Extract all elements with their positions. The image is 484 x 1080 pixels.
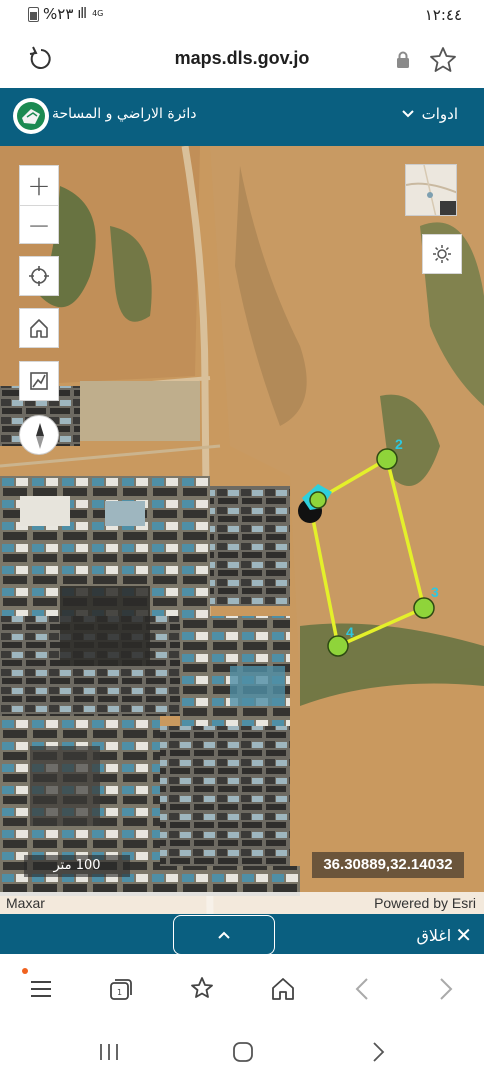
home-icon[interactable] — [268, 974, 298, 1004]
browser-toolbar: 1 — [0, 954, 484, 1026]
tools-menu[interactable]: ادوات — [401, 105, 458, 123]
zoom-in-button[interactable]: + — [20, 166, 58, 205]
home-icon — [30, 319, 48, 338]
close-panel-button[interactable]: ✕ اغلاق — [416, 923, 472, 947]
app-header: دائرة الاراضي و المساحة ادوات — [0, 88, 484, 146]
basemap-brightness-button[interactable] — [422, 234, 462, 274]
close-icon: ✕ — [455, 923, 472, 947]
battery-level: %٢٣ — [43, 5, 74, 23]
clock: ١٢:٤٤ — [424, 6, 462, 24]
vertex-label-4: 4 — [346, 624, 354, 640]
url-text[interactable]: maps.dls.gov.jo — [0, 48, 484, 69]
app-title: دائرة الاراضي و المساحة — [52, 106, 197, 122]
overview-map-thumbnail — [406, 165, 456, 215]
bottom-panel-bar: ✕ اغلاق — [0, 914, 484, 955]
attribution-esri[interactable]: Powered by Esri — [374, 895, 476, 911]
measure-button[interactable] — [19, 361, 59, 401]
compass-button[interactable] — [19, 415, 59, 455]
zoom-out-button[interactable]: − — [20, 205, 58, 244]
coordinates-readout: 36.30889,32.14032 — [312, 852, 464, 878]
attribution-source: Maxar — [6, 895, 45, 911]
forward-icon[interactable] — [430, 974, 460, 1004]
vertex-label-2: 2 — [395, 436, 403, 452]
signal-icon: ıll — [77, 6, 87, 22]
status-left: %٢٣ ıll 4G — [28, 5, 103, 23]
satellite-imagery — [0, 146, 484, 914]
locate-button[interactable] — [19, 256, 59, 296]
tabs-icon[interactable]: 1 — [106, 974, 136, 1004]
scale-bar: 100 متر — [24, 855, 130, 877]
map-attribution: Maxar Powered by Esri — [0, 892, 484, 914]
zoom-control: + − — [19, 165, 59, 244]
chevron-down-icon — [401, 110, 414, 118]
sun-icon — [433, 245, 451, 263]
lock-icon[interactable] — [395, 51, 411, 69]
dls-logo — [13, 98, 49, 134]
map-view[interactable]: 2 3 4 + − 100 متر 36.30889,32.14032 Maxa… — [0, 146, 484, 914]
status-bar: %٢٣ ıll 4G ١٢:٤٤ — [0, 0, 484, 34]
vertex-label-3: 3 — [431, 584, 439, 600]
overview-map[interactable] — [405, 164, 457, 216]
system-home-icon[interactable] — [229, 1038, 257, 1066]
system-back-icon[interactable] — [364, 1038, 392, 1066]
expand-panel-button[interactable] — [173, 915, 275, 955]
chevron-up-icon — [218, 931, 230, 939]
bookmark-star-icon[interactable] — [428, 45, 458, 75]
crosshair-icon — [29, 266, 49, 286]
tools-label: ادوات — [421, 105, 458, 123]
home-extent-button[interactable] — [19, 308, 59, 348]
back-icon[interactable] — [348, 974, 378, 1004]
close-label: اغلاق — [416, 925, 452, 945]
measure-area-icon — [30, 372, 48, 390]
recent-apps-icon[interactable] — [95, 1038, 123, 1066]
svg-text:1: 1 — [117, 988, 122, 997]
menu-icon[interactable] — [26, 974, 56, 1004]
system-navigation-bar — [0, 1026, 484, 1080]
battery-icon — [28, 6, 39, 22]
compass-icon — [36, 423, 44, 449]
browser-url-bar: maps.dls.gov.jo — [0, 34, 484, 88]
bookmarks-icon[interactable] — [187, 974, 217, 1004]
network-type: 4G — [92, 9, 104, 18]
